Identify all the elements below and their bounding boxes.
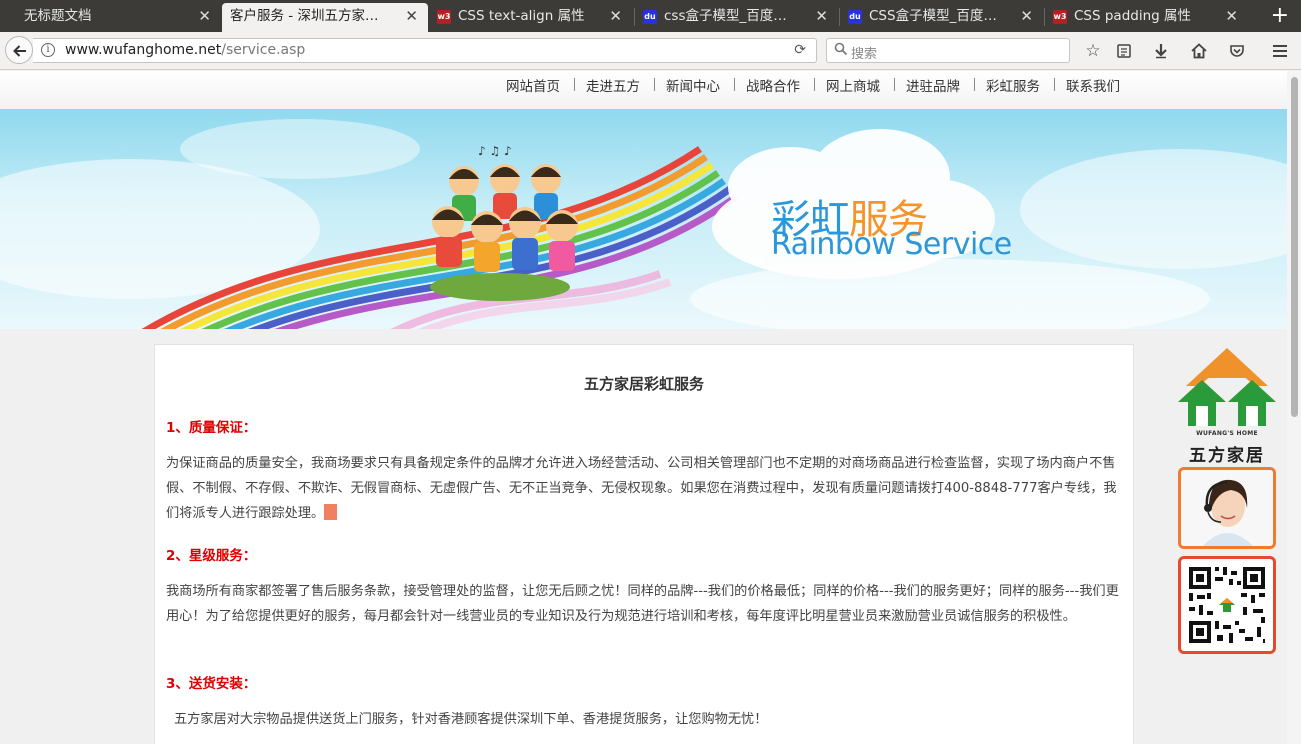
banner-title-en: Rainbow Service [771,227,1012,262]
section-body-star-service: 我商场所有商家都签署了售后服务条款，接受管理处的监督，让您无后顾之忧！同样的品牌… [166,584,1119,624]
customer-service-button[interactable] [1178,467,1276,549]
new-tab-button[interactable]: + [1271,2,1289,30]
site-navigation: 网站首页 走进五方 新闻中心 战略合作 网上商城 进驻品牌 彩虹服务 联系我们 [0,71,1287,109]
tab-title: CSS padding 属性 [1074,8,1192,24]
page-viewport: 网站首页 走进五方 新闻中心 战略合作 网上商城 进驻品牌 彩虹服务 联系我们 [0,71,1287,744]
section-heading-star-service: 2、星级服务： [166,548,257,564]
nav-rainbow-service[interactable]: 彩虹服务 [986,75,1040,95]
tab-title: CSS盒子模型_百度… [869,8,997,24]
url-path: /service.asp [221,42,306,58]
logo-chinese-name: 五方家居 [1189,446,1265,466]
nav-separator [814,78,815,91]
nav-news[interactable]: 新闻中心 [666,75,720,95]
vertical-scrollbar[interactable] [1287,71,1301,744]
nav-home[interactable]: 网站首页 [506,75,560,95]
close-icon[interactable]: ✕ [609,3,622,30]
tab-title: css盒子模型_百度… [664,8,787,24]
bookmark-star-icon[interactable]: ☆ [1082,40,1104,62]
tab-title: CSS text-align 属性 [458,8,585,24]
url-text: www.wufanghome.net/service.asp [65,42,305,58]
close-icon[interactable]: ✕ [405,3,418,30]
nav-shop[interactable]: 网上商城 [826,75,880,95]
scrollbar-thumb[interactable] [1291,77,1298,417]
baidu-icon: du [643,10,657,24]
customer-service-agent-icon [1181,470,1273,546]
qr-code[interactable] [1178,556,1276,654]
url-host: www.wufanghome.net [65,42,222,58]
reading-list-icon[interactable] [1113,40,1135,62]
qr-code-icon [1186,564,1268,646]
tab-title: 客户服务 - 深圳五方家… [230,8,379,24]
url-bar[interactable]: i www.wufanghome.net/service.asp ⟳ [33,38,817,63]
tab-css-padding[interactable]: w3 CSS padding 属性 ✕ [1045,3,1248,32]
home-icon[interactable] [1188,40,1210,62]
close-icon[interactable]: ✕ [1225,3,1238,30]
nav-separator [894,78,895,91]
menu-icon[interactable] [1269,40,1291,62]
w3school-icon: w3 [1053,10,1067,24]
section-heading-delivery: 3、送货安装： [166,676,257,692]
section-body-quality: 为保证商品的质量安全，我商场要求只有具备规定条件的品牌才允许进入场经营活动、公司… [166,451,1126,526]
logo-english-name: WUFANG'S HOME [1196,430,1258,437]
section-body-delivery: 五方家居对大宗物品提供送货上门服务，针对香港顾客提供深圳下单、香港提货服务，让您… [174,712,768,727]
close-icon[interactable]: ✕ [1020,3,1033,30]
service-content: 五方家居彩虹服务 1、质量保证： 为保证商品的质量安全，我商场要求只有具备规定条… [154,344,1134,744]
reload-icon[interactable]: ⟳ [794,42,806,58]
baidu-icon: du [848,10,862,24]
section-body-text: 为保证商品的质量安全，我商场要求只有具备规定条件的品牌才允许进入场经营活动、公司… [166,456,1117,521]
nav-separator [974,78,975,91]
back-arrow-icon [13,45,26,57]
svg-text:♪ ♫ ♪: ♪ ♫ ♪ [478,144,512,158]
nav-separator [1054,78,1055,91]
text-cursor-highlight [324,504,338,520]
banner-artwork: ♪ ♫ ♪ [0,119,1287,329]
search-placeholder: 搜索 [851,47,878,62]
section-heading-quality: 1、质量保证： [166,420,257,436]
tab-css-box-model-2[interactable]: du CSS盒子模型_百度… ✕ [840,3,1043,32]
nav-brands[interactable]: 进驻品牌 [906,75,960,95]
tab-strip: 无标题文档 ✕ 客户服务 - 深圳五方家… ✕ w3 CSS text-alig… [0,0,1301,32]
navigation-bar: i www.wufanghome.net/service.asp ⟳ 搜索 ☆ [0,32,1301,70]
close-icon[interactable]: ✕ [815,3,828,30]
search-input[interactable]: 搜索 [826,38,1070,63]
nav-partners[interactable]: 战略合作 [746,75,800,95]
nav-contact[interactable]: 联系我们 [1066,75,1120,95]
download-icon[interactable] [1150,40,1172,62]
nav-separator [654,78,655,91]
tab-css-box-model-1[interactable]: du css盒子模型_百度… ✕ [635,3,838,32]
tab-customer-service[interactable]: 客户服务 - 深圳五方家… ✕ [222,3,428,32]
close-icon[interactable]: ✕ [198,3,211,30]
pocket-icon[interactable] [1226,40,1248,62]
search-icon [834,42,848,56]
nav-separator [734,78,735,91]
nav-separator [574,78,575,91]
wufang-logo-icon[interactable] [1176,346,1278,430]
tab-css-text-align[interactable]: w3 CSS text-align 属性 ✕ [429,3,632,32]
info-icon[interactable]: i [41,43,55,57]
page-title: 五方家居彩虹服务 [583,375,704,393]
tab-untitled[interactable]: 无标题文档 ✕ [0,3,221,32]
back-button[interactable] [5,36,33,64]
nav-about[interactable]: 走进五方 [586,75,640,95]
w3school-icon: w3 [437,10,451,24]
tab-title: 无标题文档 [24,8,92,24]
rainbow-service-banner: ♪ ♫ ♪ 彩虹服务 Rainbow Service [0,109,1287,329]
